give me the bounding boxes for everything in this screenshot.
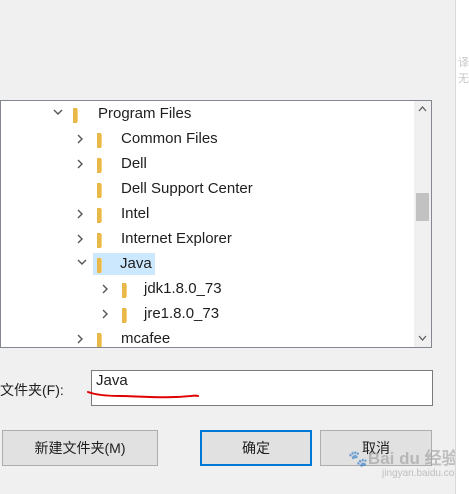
chevron-right-icon[interactable] bbox=[75, 202, 89, 226]
folder-icon bbox=[97, 257, 111, 273]
chevron-right-icon[interactable] bbox=[100, 277, 114, 301]
chevron-down-icon[interactable] bbox=[51, 102, 65, 126]
folder-tree[interactable]: Program Files Common Files Dell Dell Sup… bbox=[0, 100, 432, 348]
tree-item-label: Common Files bbox=[121, 130, 218, 147]
browse-folder-dialog: Program Files Common Files Dell Dell Sup… bbox=[0, 0, 463, 494]
chevron-down-icon[interactable] bbox=[75, 252, 89, 276]
tree-item-label: Internet Explorer bbox=[121, 230, 232, 247]
chevron-right-icon[interactable] bbox=[75, 152, 89, 176]
watermark-url: jingyan.baidu.com bbox=[382, 468, 463, 479]
scroll-down-icon[interactable] bbox=[414, 330, 431, 347]
tree-item-label: Intel bbox=[121, 205, 150, 222]
folder-field-label: 文件夹(F): bbox=[0, 382, 64, 398]
tree-item-label: Dell bbox=[121, 155, 147, 172]
tree-item-label: Program Files bbox=[98, 105, 192, 122]
cancel-button[interactable]: 取消 bbox=[320, 430, 432, 466]
chevron-right-icon[interactable] bbox=[75, 227, 89, 251]
background-text: 译无 bbox=[458, 57, 469, 85]
tree-item-label: jre1.8.0_73 bbox=[144, 305, 220, 322]
ok-button[interactable]: 确定 bbox=[200, 430, 312, 466]
chevron-right-icon[interactable] bbox=[75, 127, 89, 151]
scroll-thumb[interactable] bbox=[416, 193, 429, 221]
tree-item-label: Dell Support Center bbox=[121, 180, 253, 197]
chevron-right-icon[interactable] bbox=[75, 327, 89, 347]
background-window-edge: 译无 bbox=[455, 0, 469, 494]
new-folder-button[interactable]: 新建文件夹(M) bbox=[2, 430, 158, 466]
folder-name-input[interactable] bbox=[91, 370, 433, 406]
scroll-up-icon[interactable] bbox=[414, 101, 431, 118]
tree-item-label: jdk1.8.0_73 bbox=[144, 280, 222, 297]
tree-scrollbar[interactable] bbox=[414, 101, 431, 347]
tree-item-label: mcafee bbox=[121, 330, 171, 347]
chevron-right-icon[interactable] bbox=[100, 302, 114, 326]
